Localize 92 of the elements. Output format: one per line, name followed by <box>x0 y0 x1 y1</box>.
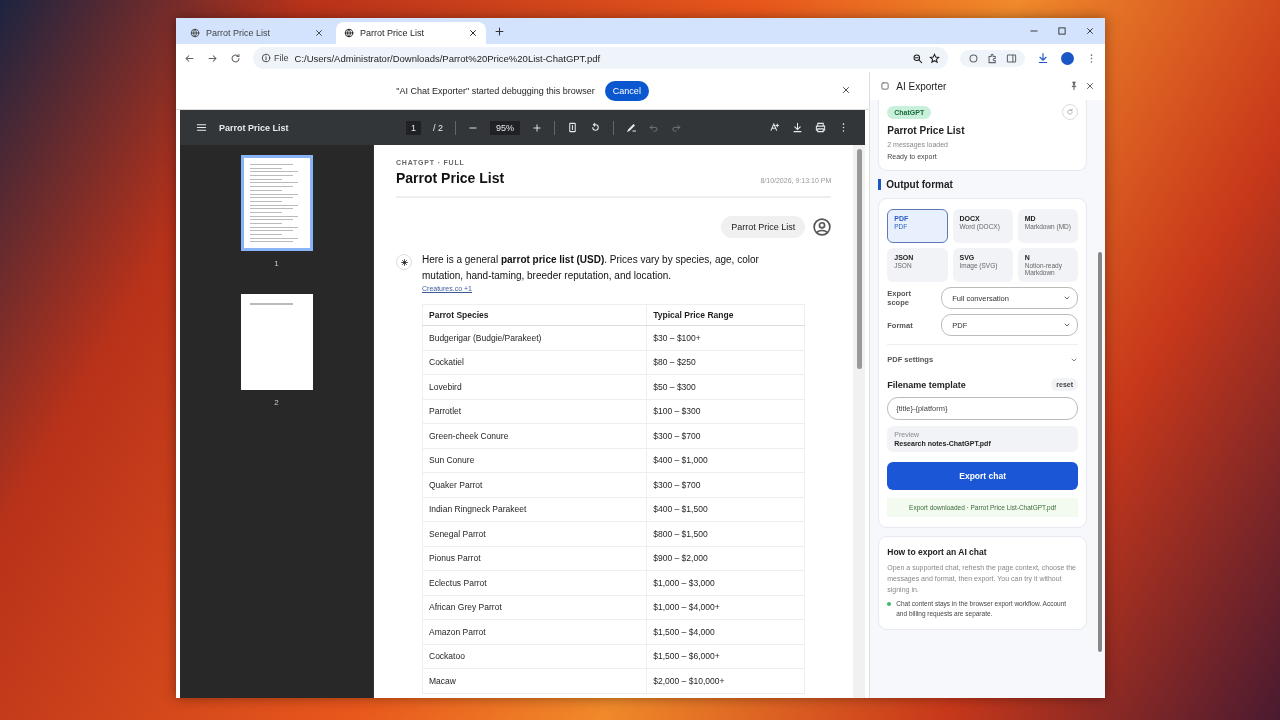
document-title: Parrot Price List <box>219 122 290 133</box>
table-cell: Lovebird <box>422 374 647 399</box>
page-thumbnail[interactable] <box>240 155 313 251</box>
table-cell: Indian Ringneck Parakeet <box>422 497 647 522</box>
export-button[interactable]: Export chat <box>887 462 1078 490</box>
table-cell: Green-cheek Conure <box>422 423 647 448</box>
page-number-field[interactable]: 1 <box>406 120 421 135</box>
reload-icon[interactable] <box>230 52 241 64</box>
globe-icon <box>190 28 200 38</box>
table-cell: Eclectus Parrot <box>422 570 647 595</box>
table-cell: Cockatiel <box>422 350 647 375</box>
table-cell: Quaker Parrot <box>422 472 647 497</box>
table-cell: $1,500 – $6,000+ <box>646 644 805 669</box>
table-cell: Senegal Parrot <box>422 521 647 546</box>
table-cell: $1,000 – $3,000 <box>646 570 805 595</box>
status-dot <box>887 602 892 606</box>
pin-icon[interactable] <box>1069 81 1079 91</box>
star-icon[interactable] <box>929 52 940 64</box>
close-icon[interactable] <box>841 85 852 95</box>
page-total: / 2 <box>433 122 444 133</box>
page-thumbnail[interactable] <box>240 294 313 390</box>
table-cell: Macaw <box>422 668 647 693</box>
address-bar[interactable]: File C:/Users/Administrator/Downloads/Parrot%20Price%20List-ChatGPT.pdf <box>253 47 948 69</box>
infobar-message: "AI Chat Exporter" started debugging this browser <box>396 85 595 96</box>
table-cell: $300 – $700 <box>646 472 805 497</box>
close-icon[interactable] <box>1085 26 1095 36</box>
table-cell: $80 – $250 <box>646 350 805 375</box>
help-title: How to export an AI chat <box>887 547 988 557</box>
table-cell: Amazon Parrot <box>422 619 647 644</box>
close-icon[interactable] <box>1085 81 1095 91</box>
table-cell: $300 – $700 <box>646 423 805 448</box>
table-cell: $800 – $1,500 <box>646 521 805 546</box>
table-cell: $50 – $300 <box>646 374 805 399</box>
zoom-field[interactable]: 95% <box>490 120 521 135</box>
page-label: 1 <box>274 259 279 268</box>
browser-tab[interactable]: Parrot Price List <box>182 22 332 44</box>
table-cell: $2,000 – $10,000+ <box>646 668 805 693</box>
zoom-in-icon[interactable] <box>532 122 543 133</box>
column-header: Parrot Species <box>422 304 647 326</box>
fit-page-icon[interactable] <box>567 122 579 133</box>
puzzle-icon[interactable] <box>987 52 998 64</box>
column-header: Typical Price Range <box>646 304 805 326</box>
url-text: C:/Users/Administrator/Downloads/Parrot%20Price%20List-ChatGPT.pdf <box>294 52 602 64</box>
menu-icon[interactable] <box>196 122 207 133</box>
zoom-icon[interactable] <box>912 52 923 64</box>
filename-label: Filename template <box>887 379 966 390</box>
user-message-bubble: Parrot Price List <box>721 216 806 238</box>
section-heading: Output format <box>878 179 1087 190</box>
annotation-icon[interactable] <box>769 122 781 133</box>
print-icon[interactable] <box>815 122 827 133</box>
table-cell: $900 – $2,000 <box>646 546 805 571</box>
pen-icon[interactable] <box>626 122 638 133</box>
new-tab-icon[interactable] <box>494 25 505 37</box>
circle-icon[interactable] <box>968 52 979 64</box>
table-cell: Sun Conure <box>422 448 647 473</box>
download-icon[interactable] <box>1037 52 1049 64</box>
site-info-label[interactable]: File <box>274 53 289 63</box>
cancel-button[interactable]: Cancel <box>604 80 649 101</box>
avatar-circle[interactable] <box>1061 51 1074 65</box>
table-cell: $400 – $1,500 <box>646 497 805 522</box>
close-icon[interactable] <box>468 28 478 38</box>
response-text: Here is a general parrot price list (USD). Prices vary by species, age, color mutation, hand-taming, breeder reputation, and location. <box>422 253 760 283</box>
table-cell: $1,500 – $4,000 <box>646 619 805 644</box>
browser-tab[interactable]: Parrot Price List <box>336 22 486 44</box>
table-cell: African Grey Parrot <box>422 595 647 620</box>
info-icon[interactable] <box>261 53 271 63</box>
table-cell: $1,000 – $4,000+ <box>646 595 805 620</box>
chevron-down-icon <box>1063 294 1071 302</box>
user-avatar-icon <box>813 218 832 236</box>
table-cell: Parrotlet <box>422 399 647 424</box>
panel-title: AI Exporter <box>896 80 948 92</box>
table-cell: Budgerigar (Budgie/Parakeet) <box>422 325 647 350</box>
panel-icon <box>880 81 891 91</box>
chat-title: Parrot Price List <box>887 125 966 136</box>
forward-icon[interactable] <box>207 52 218 64</box>
table-cell: $100 – $300 <box>646 399 805 424</box>
refresh-icon <box>1066 108 1074 116</box>
table-cell: $400 – $1,000 <box>646 448 805 473</box>
rotate-icon[interactable] <box>590 122 602 133</box>
table-cell: Cockatoo <box>422 644 647 669</box>
back-icon[interactable] <box>184 52 195 64</box>
maximize-icon[interactable] <box>1057 26 1067 36</box>
globe-icon <box>344 28 354 38</box>
table-cell: Pionus Parrot <box>422 546 647 571</box>
scrollbar[interactable] <box>853 145 866 698</box>
document-heading: Parrot Price List <box>396 170 505 186</box>
chevron-down-icon <box>1063 321 1071 329</box>
download-icon[interactable] <box>792 122 804 133</box>
page-label: 2 <box>274 398 279 407</box>
close-icon[interactable] <box>314 28 324 38</box>
table-cell: $30 – $100+ <box>646 325 805 350</box>
side-panel-icon[interactable] <box>1006 52 1017 64</box>
